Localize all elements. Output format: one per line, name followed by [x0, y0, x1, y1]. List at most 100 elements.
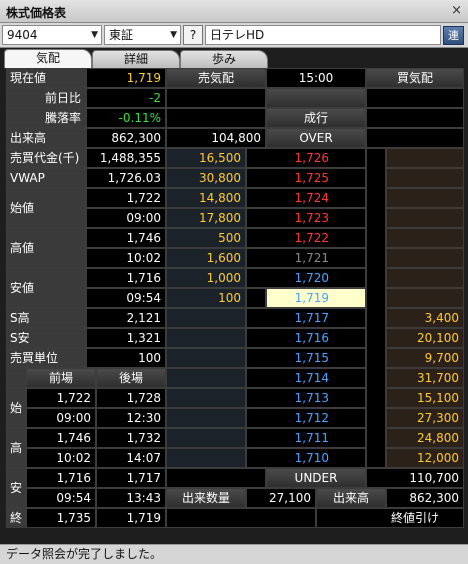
close-icon[interactable]: × — [451, 3, 462, 18]
buy-qty[interactable] — [386, 168, 464, 188]
window-title: 株式価格表 — [6, 6, 67, 20]
closing-note: 終値引け — [316, 508, 464, 528]
price-level[interactable]: 1,717 — [246, 308, 366, 328]
pm-close: 1,719 — [96, 508, 166, 528]
open-price: 1,722 — [86, 188, 166, 208]
price-level[interactable]: 1,725 — [246, 168, 366, 188]
price-level[interactable]: 1,722 — [246, 228, 366, 248]
sell-qty[interactable] — [166, 368, 246, 388]
price-level[interactable]: 1,726 — [246, 148, 366, 168]
blank-cell — [246, 288, 266, 308]
blank-cell — [366, 128, 464, 148]
price-level[interactable]: 1,724 — [246, 188, 366, 208]
buy-qty[interactable] — [386, 288, 464, 308]
am-high-time: 10:02 — [26, 448, 96, 468]
buy-qty[interactable]: 31,700 — [386, 368, 464, 388]
status-bar: データ照会が完了しました。 — [0, 544, 468, 564]
price-level[interactable]: 1,715 — [246, 348, 366, 368]
price-level[interactable]: 1,716 — [246, 328, 366, 348]
current-price: 1,719 — [86, 68, 166, 88]
buy-qty[interactable] — [386, 228, 464, 248]
price-level[interactable]: 1,711 — [246, 428, 366, 448]
sell-qty[interactable]: 1,600 — [166, 248, 246, 268]
price-level[interactable]: 1,714 — [246, 368, 366, 388]
market-value: 東証 — [109, 28, 134, 42]
tab-ticks[interactable]: 歩み — [180, 50, 268, 68]
sell-qty[interactable]: 17,800 — [166, 208, 246, 228]
open-time: 09:00 — [86, 208, 166, 228]
stock-code-combobox[interactable]: 9404 ▼ — [2, 25, 102, 45]
buy-qty[interactable] — [386, 148, 464, 168]
buy-qty[interactable]: 12,000 — [386, 448, 464, 468]
buy-qty[interactable]: 15,100 — [386, 388, 464, 408]
sell-qty[interactable]: 30,800 — [166, 168, 246, 188]
price-level[interactable]: 1,720 — [246, 268, 366, 288]
sell-qty[interactable] — [166, 308, 246, 328]
buy-qty[interactable] — [386, 208, 464, 228]
am-open-time: 09:00 — [26, 408, 96, 428]
buy-qty[interactable]: 20,100 — [386, 328, 464, 348]
blank-cell — [166, 468, 266, 488]
change-value: -2 — [86, 88, 166, 108]
session-corner — [6, 368, 26, 388]
buy-qty[interactable] — [386, 248, 464, 268]
price-level[interactable]: 1,721 — [246, 248, 366, 268]
price-level[interactable]: 1,713 — [246, 388, 366, 408]
morning-session-header: 前場 — [26, 368, 96, 388]
am-open: 1,722 — [26, 388, 96, 408]
price-level[interactable]: 1,712 — [246, 408, 366, 428]
stop-high-label: S高 — [6, 308, 86, 328]
rate-label: 騰落率 — [6, 108, 86, 128]
quote-grid: 現在値 1,719 売気配 15:00 買気配 前日比 -2 騰落率 -0.11… — [0, 68, 468, 544]
sell-qty[interactable] — [166, 328, 246, 348]
high-time: 10:02 — [86, 248, 166, 268]
tab-quote[interactable]: 気配 — [4, 49, 92, 68]
time-display: 15:00 — [266, 68, 366, 88]
sell-qty[interactable] — [166, 388, 246, 408]
price-level[interactable]: 1,723 — [246, 208, 366, 228]
buy-qty[interactable]: 24,800 — [386, 428, 464, 448]
buy-qty[interactable]: 9,700 — [386, 348, 464, 368]
stop-low-value: 1,321 — [86, 328, 166, 348]
price-level[interactable]: 1,710 — [246, 448, 366, 468]
sell-qty[interactable]: 500 — [166, 228, 246, 248]
under-quantity: 110,700 — [366, 468, 464, 488]
chevron-down-icon[interactable]: ▼ — [91, 26, 98, 44]
low-price: 1,716 — [86, 268, 166, 288]
am-close: 1,735 — [26, 508, 96, 528]
sell-qty[interactable]: 1,000 — [166, 268, 246, 288]
blank-cell — [366, 88, 464, 108]
turnover-value: 1,488,355 — [86, 148, 166, 168]
turnover-label: 売買代金(千) — [6, 148, 86, 168]
pm-high: 1,732 — [96, 428, 166, 448]
footer-volume-value: 862,300 — [386, 488, 464, 508]
buy-qty[interactable] — [386, 268, 464, 288]
high-label: 高値 — [6, 228, 86, 268]
help-button[interactable]: ? — [183, 25, 203, 45]
tab-bar: 気配 詳細 歩み — [0, 48, 468, 68]
buy-qty[interactable]: 27,300 — [386, 408, 464, 428]
session-low-label: 安 — [6, 468, 26, 508]
chevron-down-icon[interactable]: ▼ — [170, 26, 177, 44]
trade-qty-value: 27,100 — [246, 488, 316, 508]
stop-low-label: S安 — [6, 328, 86, 348]
sell-qty[interactable]: 16,500 — [166, 148, 246, 168]
sell-qty[interactable]: 14,800 — [166, 188, 246, 208]
market-order-label: 成行 — [266, 108, 366, 128]
market-select[interactable]: 東証 ▼ — [104, 25, 181, 45]
stock-name-field: 日テレHD — [205, 25, 441, 45]
current-price-level[interactable]: 1,719 — [266, 288, 366, 308]
sell-qty[interactable] — [166, 448, 246, 468]
sell-qty[interactable]: 100 — [166, 288, 246, 308]
tab-detail[interactable]: 詳細 — [92, 50, 180, 68]
sell-qty[interactable] — [166, 408, 246, 428]
trade-unit-value: 100 — [86, 348, 166, 368]
link-button[interactable]: 連 — [443, 26, 464, 45]
buy-qty[interactable]: 3,400 — [386, 308, 464, 328]
sell-qty[interactable] — [166, 428, 246, 448]
pm-low-time: 13:43 — [96, 488, 166, 508]
buy-qty[interactable] — [386, 188, 464, 208]
sell-qty[interactable] — [166, 348, 246, 368]
sell-header: 売気配 — [166, 68, 266, 88]
divider-column — [366, 148, 386, 468]
